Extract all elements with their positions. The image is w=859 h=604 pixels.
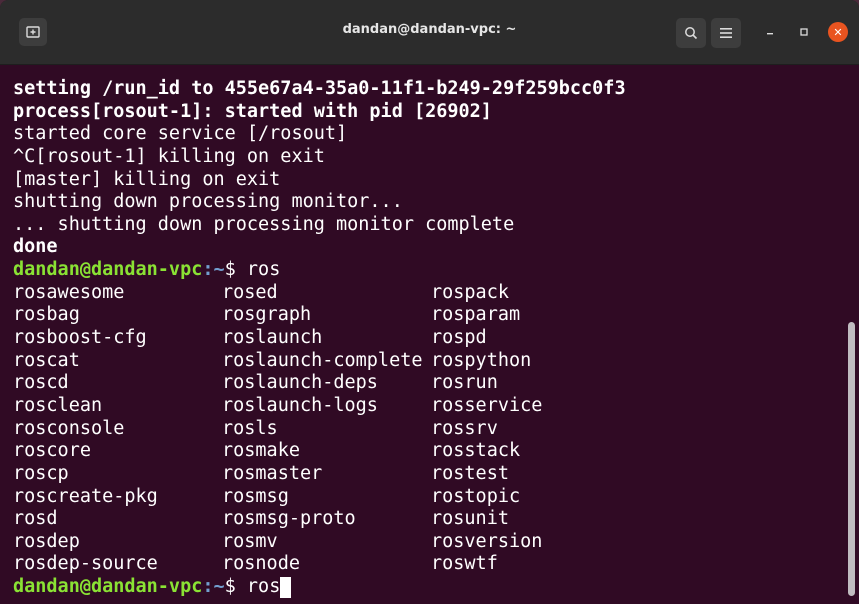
completion-item: rosrun	[431, 372, 498, 394]
prompt-path: ~	[213, 576, 225, 598]
search-icon	[685, 27, 698, 40]
command-text: ros	[246, 259, 281, 281]
completion-item: rosversion	[431, 530, 543, 552]
completion-item: rosed	[222, 281, 278, 303]
completion-item: rosmake	[222, 440, 300, 462]
prompt-symbol: $	[224, 259, 247, 281]
completion-item: rosdep-source	[13, 553, 158, 575]
completion-item: roscp	[13, 462, 69, 484]
completion-item: rosunit	[431, 508, 509, 530]
completion-item: rossrv	[431, 417, 498, 439]
terminal-output[interactable]: setting /run_id to 455e67a4-35a0-11f1-b2…	[13, 78, 843, 599]
completion-item: rosnode	[222, 553, 300, 575]
completion-item: rosdep	[13, 530, 80, 552]
completion-item: rosservice	[431, 394, 543, 416]
prompt-path: ~	[213, 259, 225, 281]
scrollbar-thumb[interactable]	[848, 322, 855, 596]
completion-item: rosmv	[222, 530, 278, 552]
search-button[interactable]	[676, 18, 706, 48]
completion-item: roslaunch-logs	[222, 394, 378, 416]
title-bar[interactable]: dandan@dandan-vpc: ~ ✕	[0, 0, 859, 65]
completion-list: rosawesome rosed rospack rosbag rosgraph rosp…	[13, 282, 843, 576]
completion-item: roswtf	[431, 553, 498, 575]
completion-item: rostopic	[431, 485, 521, 507]
prompt-symbol: $	[224, 576, 247, 598]
output-line: [master] killing on exit	[13, 168, 281, 190]
completion-item: rosawesome	[13, 281, 125, 303]
close-icon: ✕	[833, 25, 843, 39]
terminal-window: dandan@dandan-vpc: ~ ✕ setting /run_id t…	[0, 0, 859, 604]
completion-item: rosbag	[13, 304, 80, 326]
completion-item: roslaunch-complete	[222, 349, 423, 371]
prompt-user-host: dandan@dandan-vpc	[13, 576, 203, 598]
completion-item: rosgraph	[222, 304, 312, 326]
completion-item: roscreate-pkg	[13, 485, 158, 507]
prompt-line: dandan@dandan-vpc:~$ ros	[13, 259, 843, 282]
completion-item: rospython	[431, 349, 532, 371]
menu-button[interactable]	[711, 18, 741, 48]
completion-item: roscat	[13, 349, 80, 371]
output-line: process[rosout-1]: started with pid [269…	[13, 100, 492, 122]
prompt-separator: :	[202, 259, 214, 281]
completion-item: roslaunch	[222, 327, 323, 349]
maximize-icon	[800, 28, 808, 36]
output-line: started core service [/rosout]	[13, 123, 348, 145]
completion-item: rospd	[431, 327, 487, 349]
completion-item: roslaunch-deps	[222, 372, 378, 394]
completion-item: rostest	[431, 462, 509, 484]
completion-item: rospack	[431, 281, 509, 303]
prompt-separator: :	[202, 576, 214, 598]
prompt-line: dandan@dandan-vpc:~$ ros	[13, 576, 843, 599]
output-line: ^C[rosout-1] killing on exit	[13, 145, 325, 167]
output-line: ... shutting down processing monitor com…	[13, 213, 515, 235]
command-text[interactable]: ros	[247, 576, 280, 597]
output-line: setting /run_id to 455e67a4-35a0-11f1-b2…	[13, 78, 626, 99]
minimize-button[interactable]	[760, 22, 780, 42]
completion-item: rosd	[13, 508, 58, 530]
hamburger-menu-icon	[720, 28, 732, 38]
completion-item: rosmsg	[222, 485, 289, 507]
output-line: shutting down processing monitor...	[13, 191, 403, 213]
completion-item: rosparam	[431, 304, 521, 326]
text-cursor	[280, 577, 292, 599]
completion-item: roscore	[13, 440, 91, 462]
maximize-button[interactable]	[794, 22, 814, 42]
completion-item: roscd	[13, 372, 69, 394]
completion-item: rosclean	[13, 394, 103, 416]
close-button[interactable]: ✕	[828, 22, 848, 42]
completion-item: rosmaster	[222, 462, 323, 484]
completion-item: rosboost-cfg	[13, 327, 147, 349]
output-line: done	[13, 236, 58, 258]
minimize-icon	[767, 33, 773, 35]
completion-item: rosconsole	[13, 417, 125, 439]
completion-item: rosmsg-proto	[222, 508, 356, 530]
completion-item: rosls	[222, 417, 278, 439]
prompt-user-host: dandan@dandan-vpc	[13, 259, 203, 281]
completion-item: rosstack	[431, 440, 521, 462]
